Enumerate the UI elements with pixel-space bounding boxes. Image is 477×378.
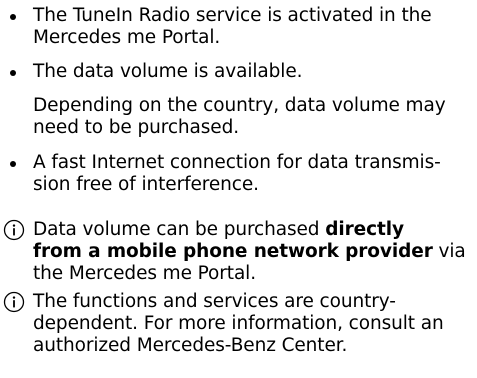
info-note-text: The functions and services are country- …: [33, 291, 444, 356]
bullet-dot-icon: [10, 14, 16, 20]
bullet-text: The TuneIn Radio service is activated in…: [33, 5, 432, 48]
bullet-text: A fast Internet connection for data tran…: [33, 152, 441, 195]
info-icon: [3, 291, 25, 313]
info-note-text-plain: Data volume can be purchased: [33, 219, 326, 240]
bullet-text: The data volume is available.: [33, 61, 303, 82]
bullet-dot-icon: [10, 161, 16, 167]
info-icon: [3, 219, 25, 241]
bullet-note-text: Depending on the country, data volume ma…: [33, 95, 446, 138]
bullet-dot-icon: [10, 70, 16, 76]
info-note-text: Data volume can be purchased directly fr…: [33, 219, 471, 285]
document-page: The TuneIn Radio service is activated in…: [0, 0, 477, 378]
